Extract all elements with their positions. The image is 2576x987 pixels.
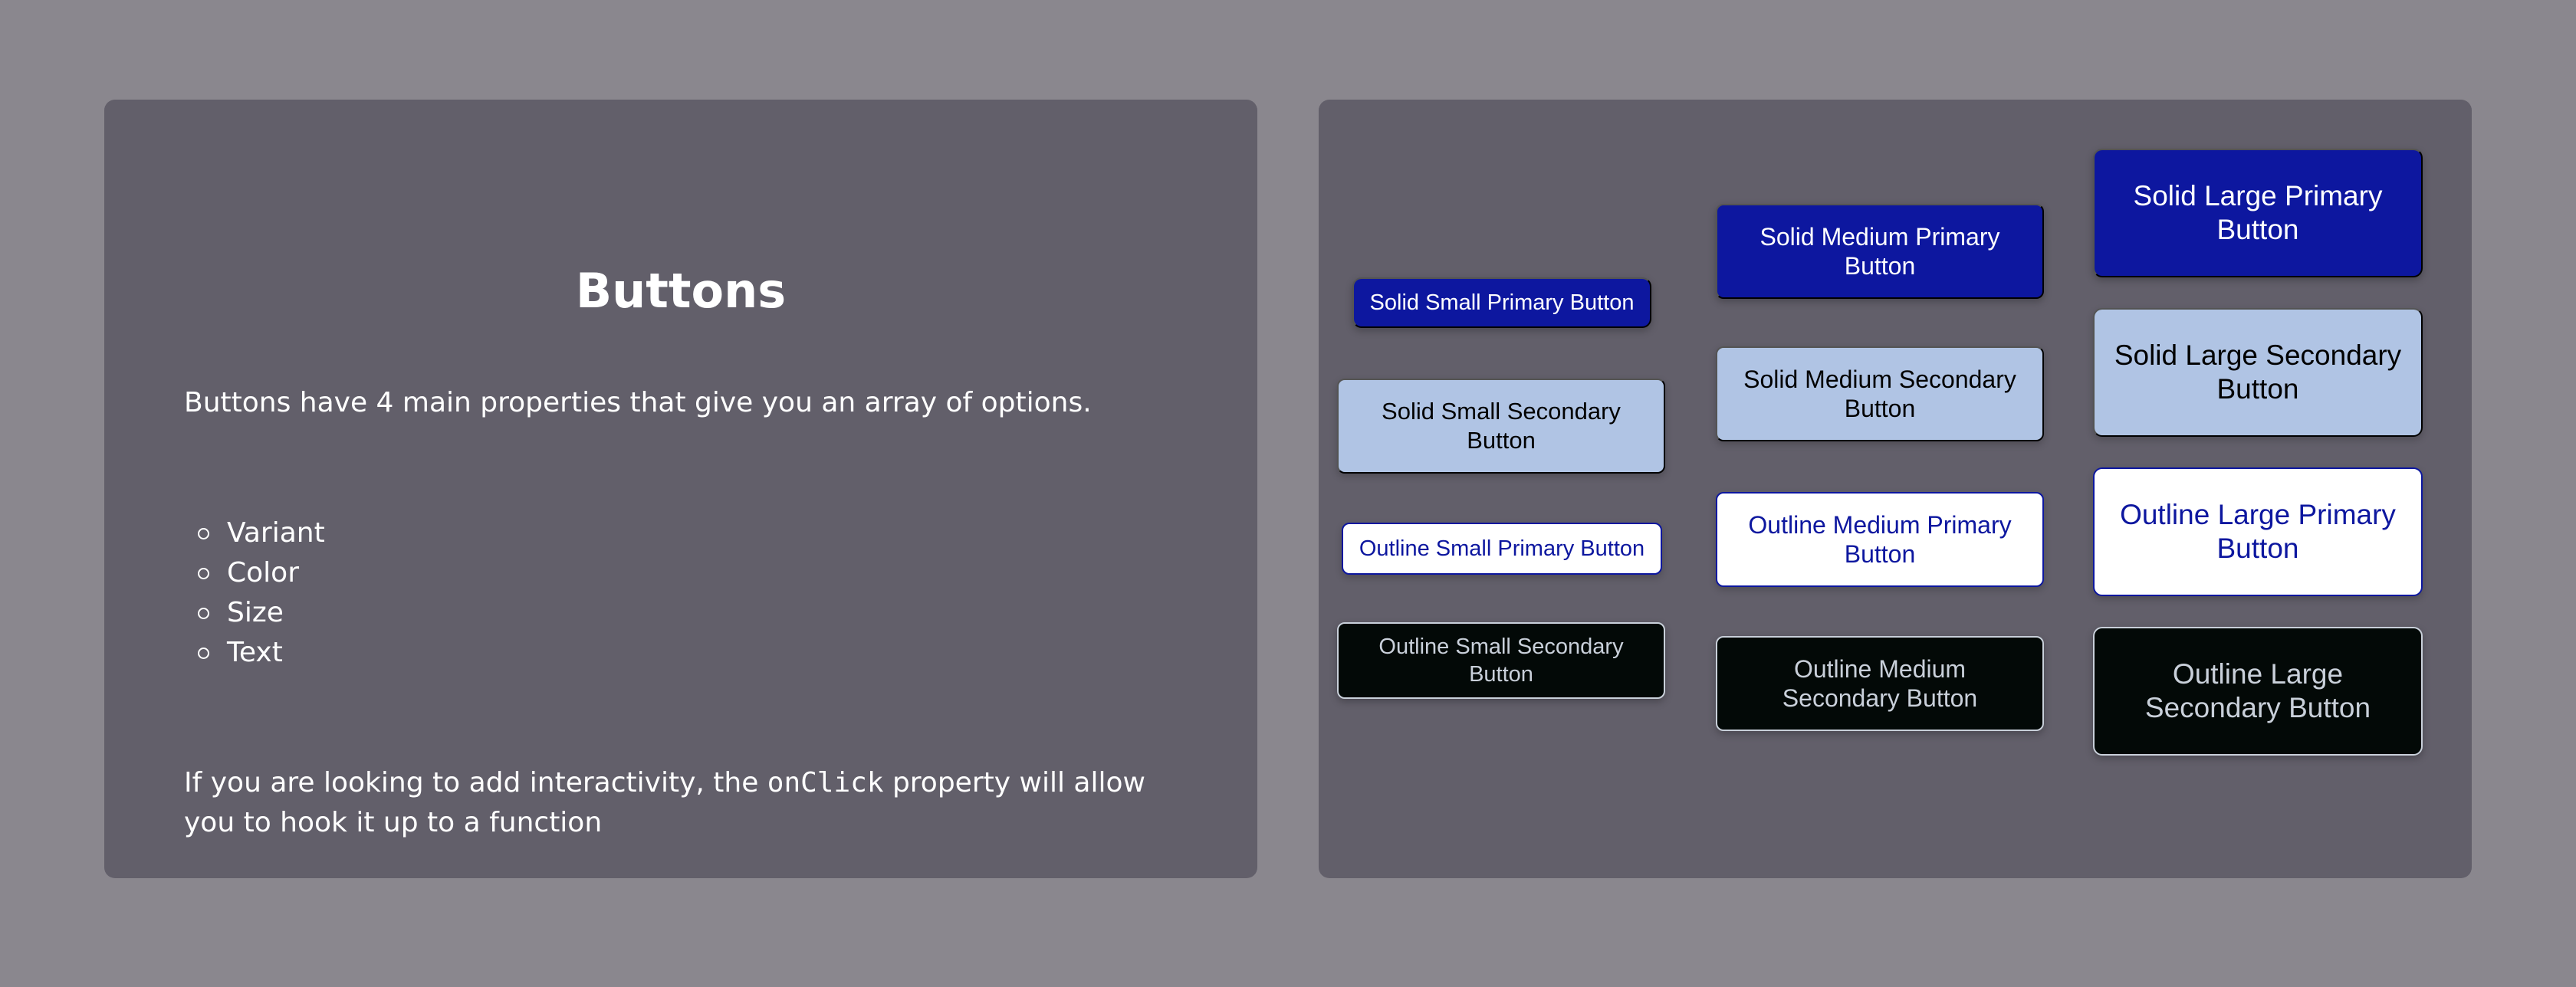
outline-medium-secondary-button[interactable]: Outline Medium Secondary Button: [1716, 636, 2044, 731]
info-panel: Buttons Buttons have 4 main properties t…: [104, 100, 1257, 878]
solid-medium-primary-button[interactable]: Solid Medium Primary Button: [1716, 204, 2044, 299]
outro-text-start: If you are looking to add interactivity,…: [184, 767, 767, 798]
outro-text: If you are looking to add interactivity,…: [184, 763, 1181, 843]
onclick-code: onClick: [767, 767, 884, 798]
list-item: Text: [184, 633, 325, 673]
outline-large-secondary-button[interactable]: Outline Large Secondary Button: [2093, 627, 2423, 756]
solid-small-primary-button[interactable]: Solid Small Primary Button: [1352, 277, 1651, 328]
outline-large-primary-button[interactable]: Outline Large Primary Button: [2093, 467, 2423, 596]
list-item: Size: [184, 593, 325, 633]
solid-large-primary-button[interactable]: Solid Large Primary Button: [2093, 149, 2423, 277]
outline-small-primary-button[interactable]: Outline Small Primary Button: [1342, 523, 1662, 575]
outline-small-secondary-button[interactable]: Outline Small Secondary Button: [1337, 622, 1665, 699]
property-list: Variant Color Size Text: [184, 513, 325, 673]
solid-medium-secondary-button[interactable]: Solid Medium Secondary Button: [1716, 346, 2044, 441]
list-item: Variant: [184, 513, 325, 553]
list-item: Color: [184, 553, 325, 593]
buttons-showcase-panel: Solid Small Primary Button Solid Small S…: [1319, 100, 2472, 878]
intro-text: Buttons have 4 main properties that give…: [184, 387, 1092, 418]
solid-large-secondary-button[interactable]: Solid Large Secondary Button: [2093, 308, 2423, 437]
solid-small-secondary-button[interactable]: Solid Small Secondary Button: [1337, 379, 1665, 474]
outline-medium-primary-button[interactable]: Outline Medium Primary Button: [1716, 492, 2044, 587]
page-title: Buttons: [575, 263, 787, 319]
